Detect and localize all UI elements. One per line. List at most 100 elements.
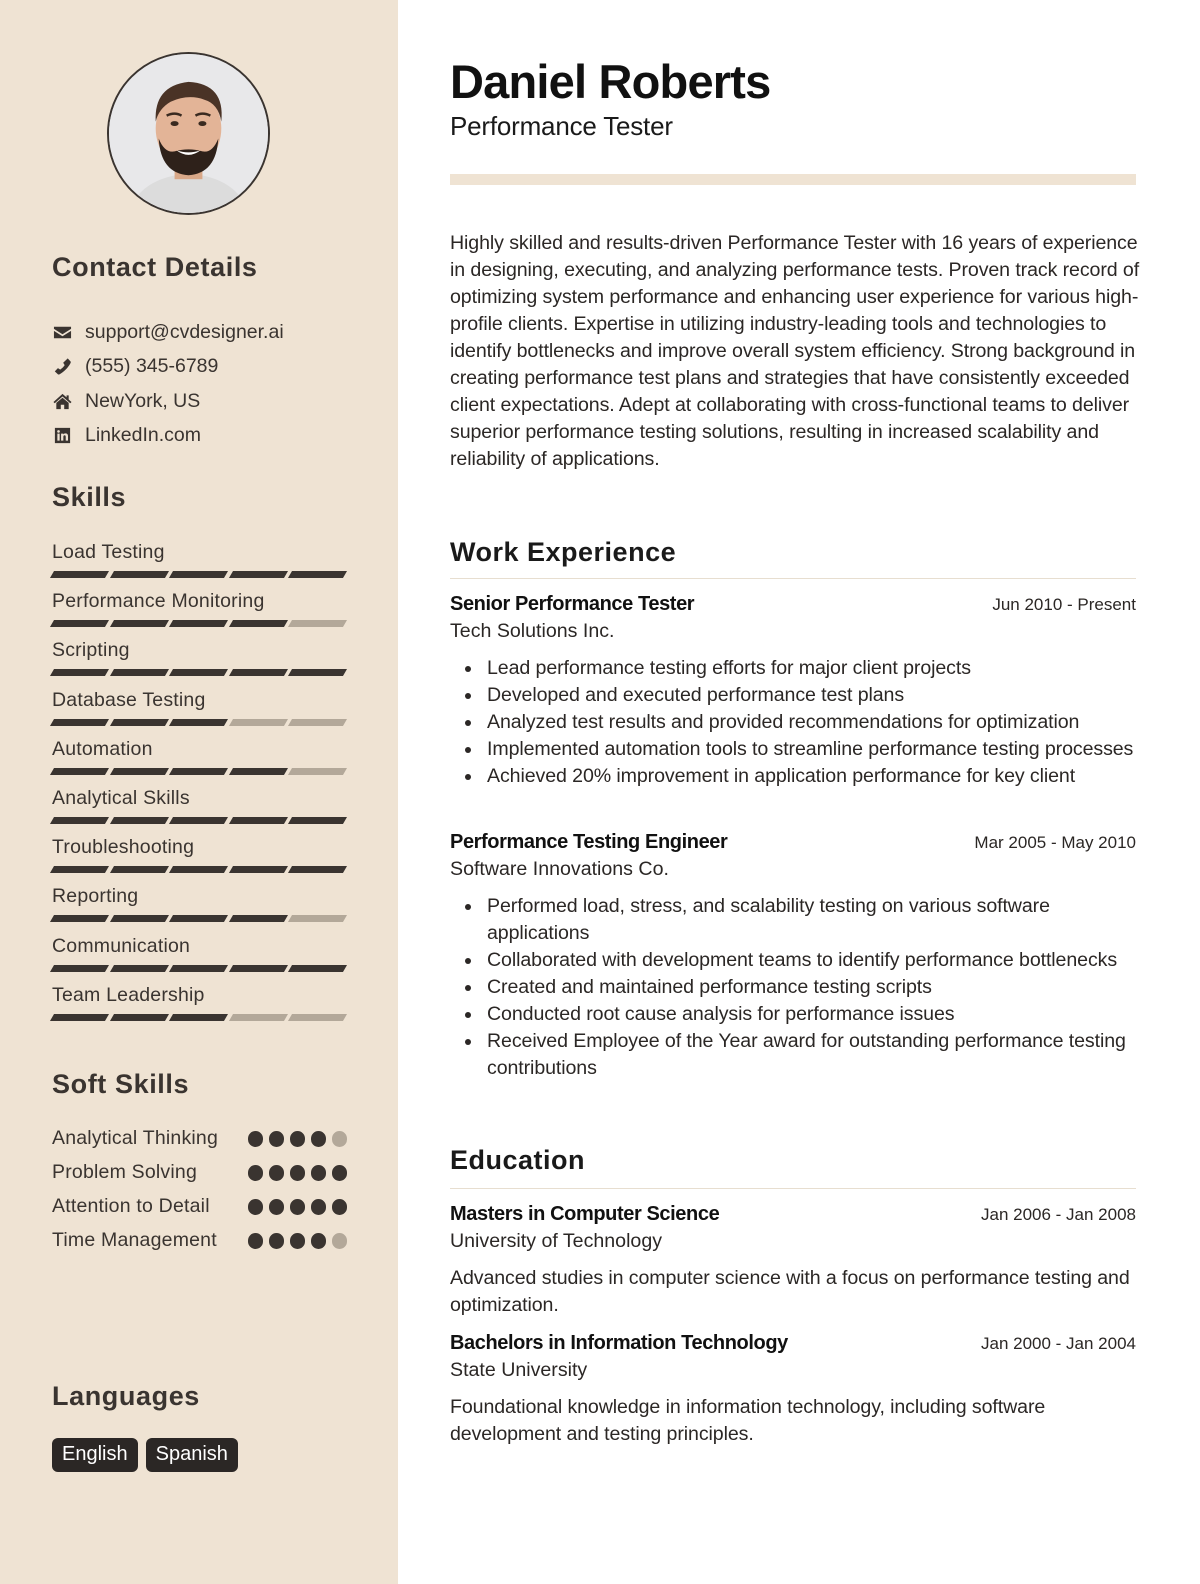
header-divider	[450, 174, 1136, 185]
job-bullet: Collaborated with development teams to i…	[450, 947, 1136, 974]
degree-title: Masters in Computer Science	[450, 1203, 720, 1225]
rating-dot-filled	[268, 1165, 284, 1181]
home-icon	[52, 391, 72, 411]
rating-dot-filled	[268, 1233, 284, 1249]
rating-dot-filled	[310, 1233, 326, 1249]
job-bullet: Implemented automation tools to streamli…	[450, 736, 1136, 763]
skill-label: Scripting	[52, 639, 130, 662]
skill-segment-empty	[287, 1013, 347, 1021]
sidebar: Contact Details support@cvdesigner.ai (5…	[0, 0, 398, 1584]
skill-segment-empty	[228, 1013, 288, 1021]
job-company: Software Innovations Co.	[450, 858, 669, 880]
education-entry: Masters in Computer Science Jan 2006 - J…	[450, 1203, 1136, 1319]
summary-text: Highly skilled and results-driven Perfor…	[450, 232, 1140, 470]
skill-segment-filled	[109, 669, 169, 677]
skill-label: Database Testing	[52, 688, 206, 711]
rating-dot-empty	[331, 1131, 347, 1147]
skill-segment-filled	[168, 669, 228, 677]
contact-phone-text: (555) 345-6789	[85, 355, 219, 378]
skill-label: Communication	[52, 934, 191, 957]
contact-linkedin[interactable]: LinkedIn.com	[52, 419, 372, 454]
skill-level-bar	[49, 718, 352, 726]
job-title: Senior Performance Tester	[450, 593, 695, 615]
skill-segment-filled	[49, 1013, 109, 1021]
soft-skill-item: Analytical Thinking	[52, 1125, 347, 1152]
skill-segment-filled	[168, 718, 228, 726]
skill-segment-empty	[228, 718, 288, 726]
soft-skill-rating	[247, 1131, 347, 1147]
skill-segment-filled	[287, 816, 347, 824]
skill-segment-filled	[228, 767, 288, 775]
skill-segment-filled	[168, 571, 228, 578]
skill-label: Troubleshooting	[52, 836, 195, 859]
skill-segment-filled	[49, 866, 109, 874]
job-bullet: Conducted root cause analysis for perfor…	[450, 1001, 1136, 1028]
language-badge: Spanish	[145, 1438, 238, 1472]
skill-label: Analytical Skills	[52, 786, 190, 809]
languages-heading: Languages	[52, 1381, 200, 1411]
skill-segment-filled	[287, 571, 347, 578]
skills-heading: Skills	[52, 482, 127, 512]
contact-location: NewYork, US	[52, 384, 372, 419]
education-description: Foundational knowledge in information te…	[450, 1396, 1046, 1445]
skill-item: Analytical Skills	[49, 784, 352, 833]
skill-segment-filled	[49, 620, 109, 628]
school-name: University of Technology	[450, 1230, 663, 1252]
skill-item: Reporting	[49, 882, 352, 931]
rating-dot-filled	[247, 1165, 263, 1181]
skill-segment-filled	[49, 964, 109, 972]
candidate-name: Daniel Roberts	[450, 55, 771, 108]
skill-segment-filled	[287, 866, 347, 874]
education-heading: Education	[450, 1145, 586, 1175]
job-entry: Performance Testing Engineer Mar 2005 - …	[450, 831, 1136, 1082]
skill-segment-filled	[109, 1013, 169, 1021]
skill-level-bar	[49, 816, 352, 824]
avatar-illustration	[109, 54, 268, 213]
job-entry: Senior Performance Tester Jun 2010 - Pre…	[450, 593, 1136, 790]
skill-label: Team Leadership	[52, 983, 205, 1006]
contact-email[interactable]: support@cvdesigner.ai	[52, 315, 372, 350]
skill-segment-filled	[168, 767, 228, 775]
soft-skill-item: Problem Solving	[52, 1159, 347, 1186]
skill-level-bar	[49, 620, 352, 628]
main-content: Daniel Roberts Performance Tester Highly…	[398, 0, 1200, 1584]
skill-segment-filled	[228, 816, 288, 824]
soft-skill-rating	[247, 1199, 347, 1215]
skill-segment-filled	[168, 866, 228, 874]
skill-level-bar	[49, 915, 352, 923]
skill-item: Database Testing	[49, 686, 352, 735]
skill-item: Load Testing	[49, 538, 352, 587]
skill-level-bar	[49, 571, 352, 578]
soft-skill-label: Time Management	[52, 1229, 217, 1251]
skill-segment-filled	[228, 620, 288, 628]
linkedin-icon	[52, 426, 72, 446]
contact-heading: Contact Details	[52, 252, 258, 282]
school-name: State University	[450, 1359, 588, 1381]
skill-segment-filled	[49, 718, 109, 726]
skill-label: Performance Monitoring	[52, 590, 265, 613]
skill-level-bar	[49, 1013, 352, 1021]
candidate-title: Performance Tester	[450, 111, 673, 141]
skill-segment-filled	[228, 571, 288, 578]
rating-dot-filled	[310, 1165, 326, 1181]
contact-phone[interactable]: (555) 345-6789	[52, 350, 372, 385]
job-bullet: Lead performance testing efforts for maj…	[450, 655, 1136, 682]
job-company: Tech Solutions Inc.	[450, 620, 615, 642]
soft-skill-rating	[247, 1233, 347, 1249]
phone-icon	[52, 357, 72, 377]
skill-label: Reporting	[52, 885, 139, 908]
job-bullet: Developed and executed performance test …	[450, 682, 1136, 709]
rating-dot-filled	[247, 1131, 263, 1147]
job-title: Performance Testing Engineer	[450, 831, 728, 853]
rating-dot-filled	[331, 1199, 347, 1215]
skill-item: Scripting	[49, 636, 352, 685]
job-dates: Jun 2010 - Present	[992, 595, 1136, 614]
skill-segment-filled	[49, 669, 109, 677]
skill-segment-filled	[109, 915, 169, 923]
skill-item: Troubleshooting	[49, 833, 352, 882]
skill-segment-filled	[109, 816, 169, 824]
rating-dot-filled	[268, 1199, 284, 1215]
skill-segment-filled	[109, 964, 169, 972]
education-dates: Jan 2006 - Jan 2008	[980, 1205, 1136, 1224]
education-divider	[450, 1188, 1136, 1189]
